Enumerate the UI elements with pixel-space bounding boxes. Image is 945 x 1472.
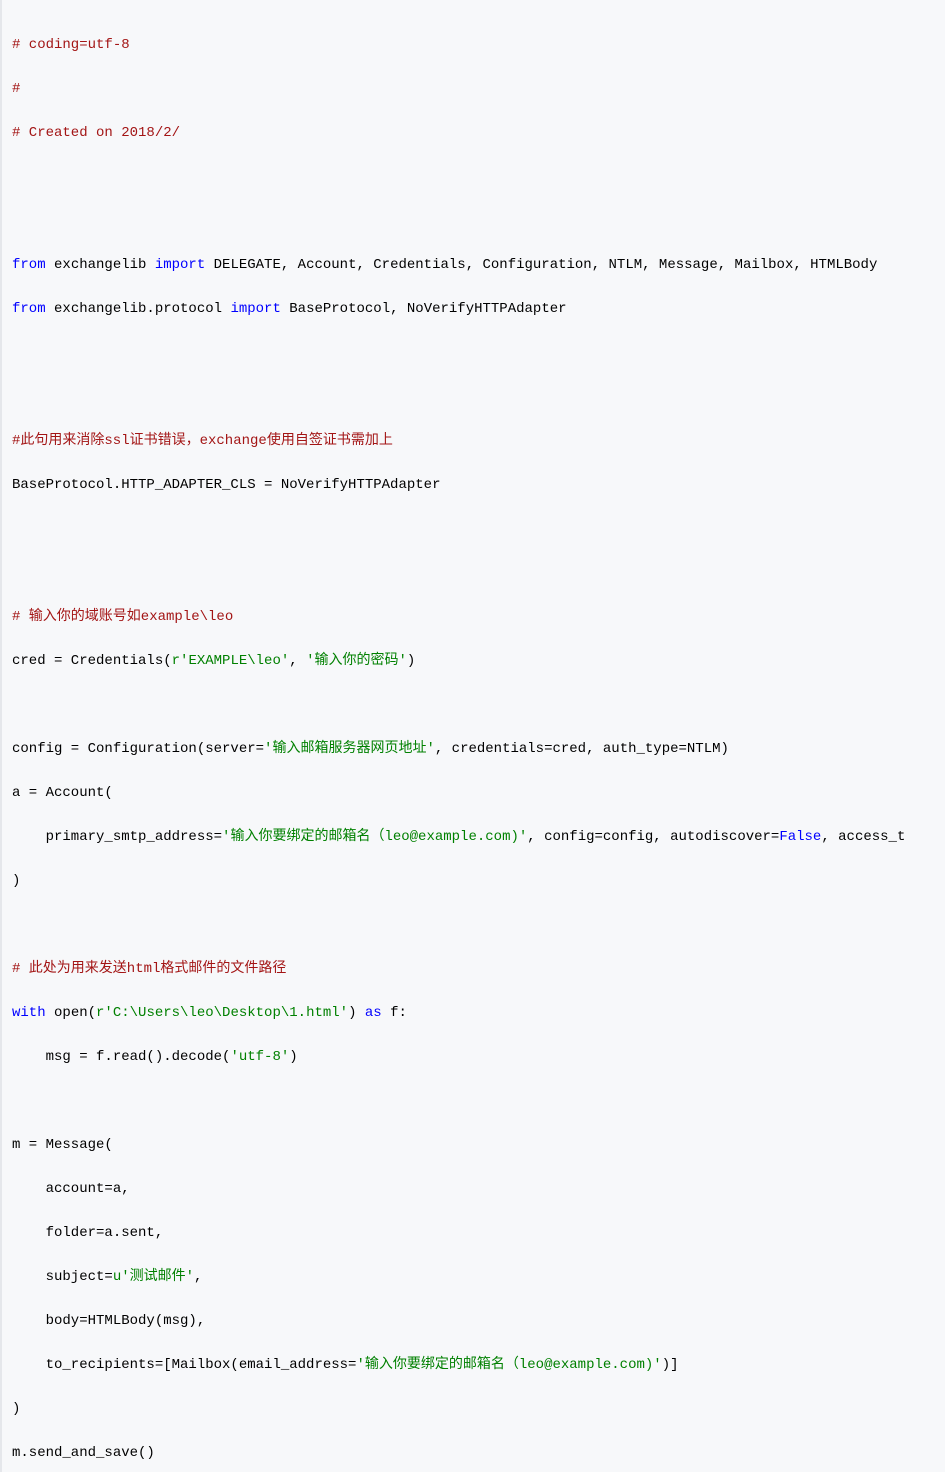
code-line: m = Message( xyxy=(12,1134,935,1156)
text: a = Account( xyxy=(12,785,113,801)
code-line xyxy=(12,562,935,584)
code-line: cred = Credentials(r'EXAMPLE\leo', '输入你的… xyxy=(12,650,935,672)
code-line: to_recipients=[Mailbox(email_address='输入… xyxy=(12,1354,935,1376)
code-line: msg = f.read().decode('utf-8') xyxy=(12,1046,935,1068)
code-line xyxy=(12,518,935,540)
text: BaseProtocol, NoVerifyHTTPAdapter xyxy=(281,301,567,317)
text: account=a, xyxy=(12,1181,130,1197)
code-line: account=a, xyxy=(12,1178,935,1200)
text: exchangelib xyxy=(46,257,155,273)
text: exchangelib.protocol xyxy=(46,301,231,317)
text: msg = f.read().decode( xyxy=(12,1049,230,1065)
code-line: # coding=utf-8 xyxy=(12,34,935,56)
code-line: subject=u'测试邮件', xyxy=(12,1266,935,1288)
code-line: # Created on 2018/2/ xyxy=(12,122,935,144)
code-line: primary_smtp_address='输入你要绑定的邮箱名（leo@exa… xyxy=(12,826,935,848)
code-line: a = Account( xyxy=(12,782,935,804)
text: ) xyxy=(289,1049,297,1065)
code-line xyxy=(12,166,935,188)
text: )] xyxy=(662,1357,679,1373)
code-line: m.send_and_save() xyxy=(12,1442,935,1464)
text: body=HTMLBody(msg), xyxy=(12,1313,205,1329)
code-line: # 输入你的域账号如example\leo xyxy=(12,606,935,628)
code-line: # xyxy=(12,78,935,100)
code-line xyxy=(12,914,935,936)
text: , credentials=cred, auth_type=NTLM) xyxy=(435,741,729,757)
text: m = Message( xyxy=(12,1137,113,1153)
text: , xyxy=(289,653,306,669)
text: open( xyxy=(46,1005,96,1021)
text: config = Configuration(server= xyxy=(12,741,264,757)
code-line: from exchangelib.protocol import BasePro… xyxy=(12,298,935,320)
text: subject= xyxy=(12,1269,113,1285)
comment: # coding=utf-8 xyxy=(12,37,130,53)
comment: # 输入你的域账号如example\leo xyxy=(12,609,233,625)
string-raw: r'C:\Users\leo\Desktop\1.html' xyxy=(96,1005,348,1021)
code-line: folder=a.sent, xyxy=(12,1222,935,1244)
text: ) xyxy=(12,873,20,889)
string: '输入邮箱服务器网页地址' xyxy=(264,741,435,757)
kw-as: as xyxy=(365,1005,382,1021)
text: ) xyxy=(12,1401,20,1417)
kw-from: from xyxy=(12,257,46,273)
text: , config=config, autodiscover= xyxy=(527,829,779,845)
code-line: #此句用来消除ssl证书错误，exchange使用自签证书需加上 xyxy=(12,430,935,452)
string-raw: r'EXAMPLE\leo' xyxy=(172,653,290,669)
text: m.send_and_save() xyxy=(12,1445,155,1461)
string: '输入你要绑定的邮箱名（leo@example.com)' xyxy=(356,1357,661,1373)
code-line: config = Configuration(server='输入邮箱服务器网页… xyxy=(12,738,935,760)
code-line xyxy=(12,694,935,716)
kw-from: from xyxy=(12,301,46,317)
text: ) xyxy=(407,653,415,669)
kw-false: False xyxy=(779,829,821,845)
code-block: # coding=utf-8 # # Created on 2018/2/ fr… xyxy=(0,0,945,1472)
comment: # xyxy=(12,81,20,97)
text: cred = Credentials( xyxy=(12,653,172,669)
text: DELEGATE, Account, Credentials, Configur… xyxy=(205,257,877,273)
code-line: from exchangelib import DELEGATE, Accoun… xyxy=(12,254,935,276)
code-line xyxy=(12,342,935,364)
code-line: body=HTMLBody(msg), xyxy=(12,1310,935,1332)
text: , xyxy=(194,1269,202,1285)
comment: #此句用来消除ssl证书错误，exchange使用自签证书需加上 xyxy=(12,433,393,449)
kw-import: import xyxy=(230,301,280,317)
code-line xyxy=(12,210,935,232)
text: BaseProtocol.HTTP_ADAPTER_CLS = NoVerify… xyxy=(12,477,440,493)
code-line xyxy=(12,386,935,408)
string: '输入你的密码' xyxy=(306,653,407,669)
string: '输入你要绑定的邮箱名（leo@example.com)' xyxy=(222,829,527,845)
code-line: with open(r'C:\Users\leo\Desktop\1.html'… xyxy=(12,1002,935,1024)
comment: # 此处为用来发送html格式邮件的文件路径 xyxy=(12,961,286,977)
code-line: BaseProtocol.HTTP_ADAPTER_CLS = NoVerify… xyxy=(12,474,935,496)
code-line xyxy=(12,1090,935,1112)
code-line: # 此处为用来发送html格式邮件的文件路径 xyxy=(12,958,935,980)
text: f: xyxy=(382,1005,407,1021)
text: ) xyxy=(348,1005,365,1021)
text: folder=a.sent, xyxy=(12,1225,163,1241)
kw-with: with xyxy=(12,1005,46,1021)
string: 'utf-8' xyxy=(230,1049,289,1065)
kw-import: import xyxy=(155,257,205,273)
code-line: ) xyxy=(12,1398,935,1420)
text: primary_smtp_address= xyxy=(12,829,222,845)
string-unicode: u'测试邮件' xyxy=(113,1269,194,1285)
text: to_recipients=[Mailbox(email_address= xyxy=(12,1357,356,1373)
code-line: ) xyxy=(12,870,935,892)
comment: # Created on 2018/2/ xyxy=(12,125,180,141)
text: , access_t xyxy=(821,829,905,845)
